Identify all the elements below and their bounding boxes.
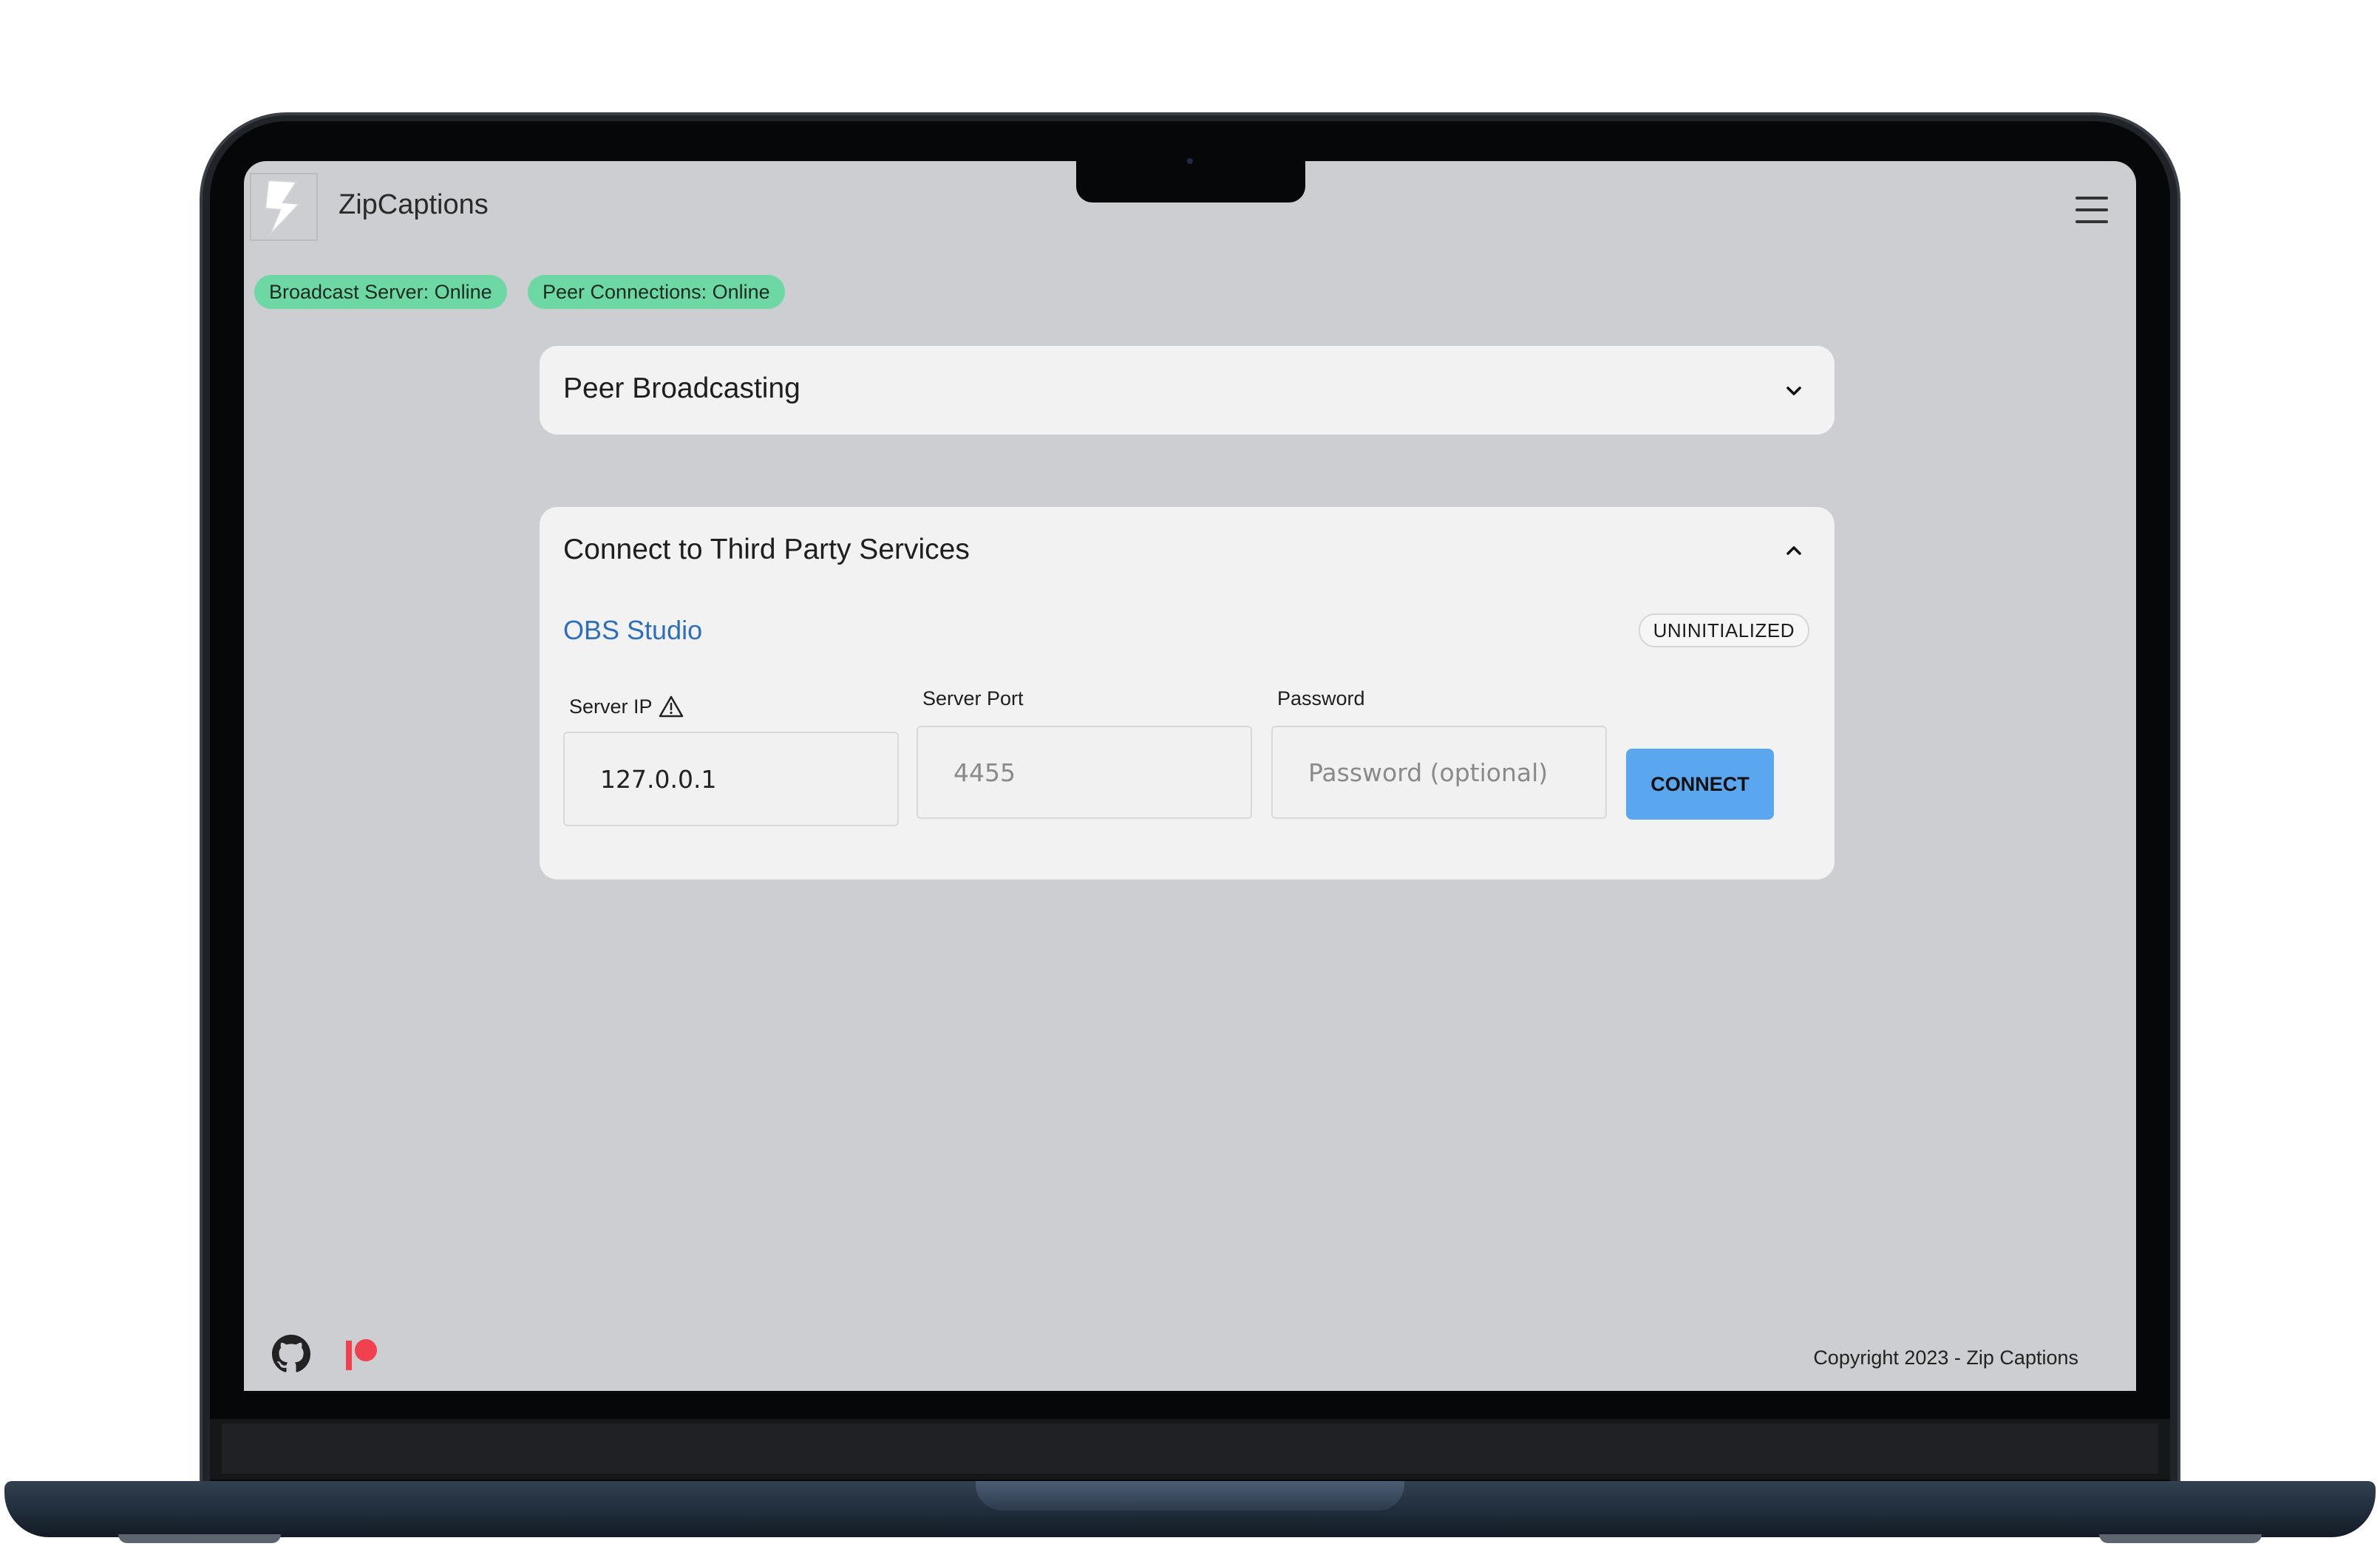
chevron-up-icon[interactable]	[1783, 540, 1805, 562]
patreon-icon[interactable]	[343, 1335, 381, 1373]
app-title[interactable]: ZipCaptions	[339, 189, 489, 221]
server-ip-label: Server IP	[569, 695, 684, 718]
broadcast-server-status-badge: Broadcast Server: Online	[254, 275, 507, 309]
third-party-services-title[interactable]: Connect to Third Party Services	[563, 534, 970, 566]
server-port-label: Server Port	[922, 687, 1024, 709]
obs-status-badge: UNINITIALIZED	[1638, 613, 1809, 647]
peer-broadcasting-title[interactable]: Peer Broadcasting	[563, 372, 800, 405]
hamburger-menu-icon[interactable]	[2075, 197, 2108, 223]
laptop-foot-right	[2099, 1534, 2262, 1543]
obs-studio-link[interactable]: OBS Studio	[563, 615, 702, 646]
password-input[interactable]	[1271, 726, 1607, 819]
device-mockup: ZipCaptions Broadcast Server: Online Pee…	[0, 0, 2380, 1552]
footer-links	[272, 1335, 381, 1373]
third-party-services-panel: Connect to Third Party Services OBS Stud…	[540, 507, 1835, 879]
camera-lens	[1187, 158, 1193, 164]
laptop-foot-left	[118, 1534, 281, 1543]
peer-connections-status-badge: Peer Connections: Online	[528, 275, 785, 309]
password-label: Password	[1277, 687, 1365, 709]
warning-triangle-icon[interactable]	[659, 695, 684, 718]
laptop-hinge	[222, 1423, 2158, 1474]
lightning-bolt-icon	[264, 179, 302, 236]
laptop-opening-groove	[976, 1481, 1404, 1511]
connect-button[interactable]: CONNECT	[1626, 749, 1774, 820]
server-ip-label-text: Server IP	[569, 695, 653, 718]
github-icon[interactable]	[272, 1335, 310, 1373]
server-ip-input[interactable]	[563, 732, 899, 826]
copyright-text: Copyright 2023 - Zip Captions	[1813, 1347, 2078, 1369]
server-port-input[interactable]	[917, 726, 1252, 819]
peer-broadcasting-panel[interactable]: Peer Broadcasting	[540, 346, 1835, 435]
chevron-down-icon[interactable]	[1783, 380, 1805, 402]
app-screen: ZipCaptions Broadcast Server: Online Pee…	[244, 161, 2136, 1391]
app-logo[interactable]	[250, 173, 318, 241]
